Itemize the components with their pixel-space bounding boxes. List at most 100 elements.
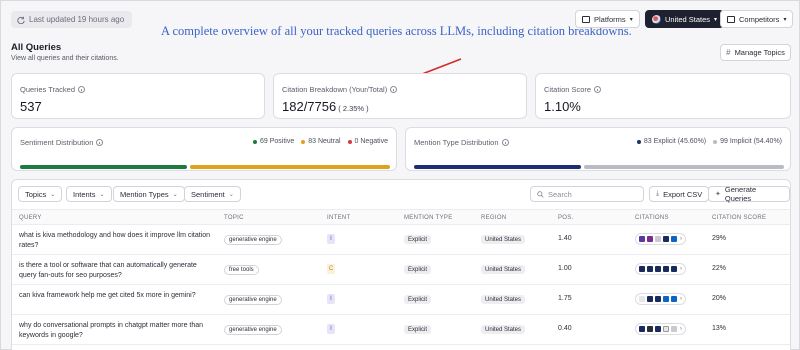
table-row[interactable]: can kiva framework help me get cited 5x … [12,286,790,315]
chevron-right-icon: › [680,236,682,242]
citation-source-icon [647,236,653,242]
sentiment-legend: 69 Positive 83 Neutral 0 Negative [252,138,388,145]
intent-badge: C [327,264,335,274]
table-row[interactable]: what is kiva methodology and how does it… [12,226,790,255]
citation-source-icon [663,326,669,332]
citation-source-icon [655,266,661,272]
generate-queries-button[interactable]: ✦ Generate Queries [708,185,790,203]
hash-icon: # [726,48,731,57]
region-badge: United States [481,325,526,334]
platforms-label: Platforms [594,14,626,24]
table-header: QUERY TOPIC INTENT MENTION TYPE REGION P… [12,209,790,225]
intent-badge: I [327,324,335,334]
competitors-icon [727,15,735,23]
region-badge: United States [481,265,526,274]
mention-badge: Explicit [404,295,432,304]
manage-topics-button[interactable]: # Manage Topics [720,44,791,61]
competitors-label: Competitors [739,14,780,24]
position-value: 1.00 [558,265,572,272]
platforms-dropdown[interactable]: Platforms ▾ [575,10,640,28]
mention-type-label: Mention Type Distribution [414,138,499,147]
citation-score-label: Citation Score [544,85,592,94]
implicit-dot [713,139,718,144]
annotation-text: A complete overview of all your tracked … [161,24,632,38]
intents-filter[interactable]: Intents ⌄ [66,186,112,202]
last-updated-pill: Last updated 19 hours ago [11,11,133,28]
col-citations[interactable]: CITATIONS [635,215,669,221]
citations-group[interactable]: › [635,293,686,305]
citation-source-icon [639,266,645,272]
citation-breakdown-pct: ( 2.35% ) [338,104,369,113]
chevron-right-icon: › [680,296,682,302]
explicit-count: 83 Explicit (45.60%) [643,138,707,145]
search-placeholder: Search [548,189,572,199]
citation-breakdown-label: Citation Breakdown (Your/Total) [282,85,388,94]
citation-source-icon [671,326,677,332]
country-dropdown[interactable]: United States ▾ [645,10,725,28]
neutral-count: 83 Neutral [308,138,341,145]
intents-filter-label: Intents [73,189,96,199]
citation-source-icon [655,236,661,242]
citation-source-icon [639,326,645,332]
info-icon[interactable] [96,139,104,146]
queries-table-card: Topics ⌄ Intents ⌄ Mention Types ⌄ Sentimen… [11,179,791,350]
citation-breakdown-card: Citation Breakdown (Your/Total) 182/7756… [273,73,527,119]
positive-count: 69 Positive [259,138,295,145]
position-value: 1.40 [558,235,572,242]
search-input[interactable]: Search [530,186,644,202]
citation-source-icon [655,296,661,302]
citations-group[interactable]: › [635,263,686,275]
queries-tracked-value: 537 [20,99,42,114]
query-text: can kiva framework help me get cited 5x … [19,292,196,299]
col-query[interactable]: QUERY [19,215,42,221]
mention-types-filter[interactable]: Mention Types ⌄ [113,186,185,202]
mention-badge: Explicit [404,235,432,244]
info-icon[interactable] [594,86,602,93]
export-csv-button[interactable]: ⤓ Export CSV [649,186,710,202]
citation-source-icon [655,326,661,332]
topic-tag: generative engine [224,235,282,245]
query-text: what is kiva methodology and how does it… [19,232,211,249]
refresh-icon [17,16,25,24]
citation-score-value: 22% [712,265,727,272]
citation-source-icon [663,266,669,272]
chevron-down-icon: ▾ [714,16,718,23]
chevron-down-icon: ⌄ [99,191,105,198]
competitors-dropdown[interactable]: Competitors ▾ [720,10,794,28]
export-csv-label: Export CSV [663,189,703,199]
info-icon[interactable] [390,86,398,93]
table-row[interactable]: why do conversational prompts in chatgpt… [12,316,790,345]
sentiment-neutral-bar [190,165,390,169]
sentiment-distribution-card: Sentiment Distribution 69 Positive 83 Ne… [11,127,397,171]
neutral-dot [301,139,306,144]
mention-types-filter-label: Mention Types [120,189,169,199]
mention-implicit-bar [584,165,784,169]
chevron-down-icon: ⌄ [228,191,234,198]
topics-filter[interactable]: Topics ⌄ [18,186,63,202]
table-row[interactable]: is there a tool or software that can aut… [12,256,790,285]
topic-tag: generative engine [224,295,282,305]
col-topic[interactable]: TOPIC [224,215,244,221]
citation-score-value: 20% [712,295,727,302]
sentiment-label: Sentiment Distribution [20,138,94,147]
sentiment-filter[interactable]: Sentiment ⌄ [184,186,241,202]
negative-dot [347,139,352,144]
col-intent[interactable]: INTENT [327,215,350,221]
sentiment-positive-bar [20,165,187,169]
citation-source-icon [639,296,645,302]
info-icon[interactable] [501,139,509,146]
col-citation-score[interactable]: CITATION SCORE [712,215,766,221]
topic-tag: free tools [224,265,259,275]
generate-queries-label: Generate Queries [724,185,757,203]
citations-group[interactable]: › [635,323,686,335]
col-position[interactable]: POS. [558,215,574,221]
chevron-right-icon: › [680,326,682,332]
citation-source-icon [639,236,645,242]
queries-tracked-label: Queries Tracked [20,85,76,94]
mention-badge: Explicit [404,265,432,274]
info-icon[interactable] [78,86,86,93]
implicit-count: 99 Implicit (54.40%) [720,138,782,145]
col-mention-type[interactable]: MENTION TYPE [404,215,453,221]
citations-group[interactable]: › [635,233,686,245]
col-region[interactable]: REGION [481,215,506,221]
